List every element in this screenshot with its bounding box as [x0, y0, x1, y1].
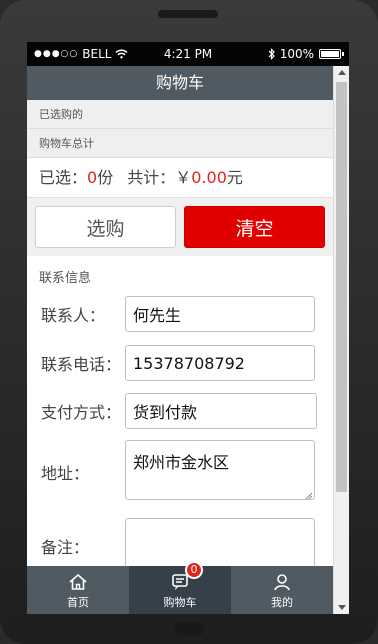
tab-profile-label: 我的	[271, 596, 293, 609]
selected-items-label: 已选购的	[27, 100, 333, 129]
contact-name-label: 联系人：	[41, 306, 106, 325]
cart-badge: 0	[185, 561, 203, 579]
cart-total-label: 购物车总计	[27, 129, 333, 158]
home-icon	[69, 573, 87, 590]
total-unit: 元	[226, 168, 243, 187]
scrollbar[interactable]	[333, 66, 349, 614]
tab-home-label: 首页	[67, 596, 89, 609]
speaker	[158, 10, 218, 18]
phone-input[interactable]: 15378708792	[125, 345, 315, 381]
contact-name-row: 联系人： 何先生	[27, 294, 333, 342]
note-row: 备注：	[27, 508, 333, 578]
status-right: 100%	[268, 47, 344, 61]
home-hardware-button[interactable]	[174, 622, 204, 636]
phone-frame: ●●●○○ BELL 4:21 PM 100% 购物车 已选购的 购物车总计 已…	[0, 0, 378, 644]
contact-section-title: 联系信息	[39, 271, 92, 286]
scroll-thumb[interactable]	[336, 82, 347, 492]
scroll-up-arrow-icon[interactable]	[338, 70, 346, 75]
phone-row: 联系电话： 15378708792	[27, 342, 333, 390]
cart-page: 购物车 已选购的 购物车总计 已选：0份 共计：￥0.00元 选购 清空 联系信息…	[27, 66, 333, 614]
user-icon	[274, 574, 290, 591]
status-bar: ●●●○○ BELL 4:21 PM 100%	[27, 42, 349, 66]
address-textarea[interactable]: 郑州市金水区	[125, 440, 315, 500]
bottom-tabbar: 首页 0 购物车 我的	[27, 561, 333, 614]
currency-symbol: ￥	[175, 168, 192, 187]
resize-handle-icon[interactable]	[305, 492, 313, 500]
address-row: 地址： 郑州市金水区	[27, 438, 333, 508]
cart-actions: 选购 清空	[27, 198, 333, 256]
payment-row: 支付方式： 货到付款	[27, 390, 333, 438]
tab-cart-label: 购物车	[163, 596, 197, 609]
cart-summary: 已选：0份 共计：￥0.00元	[27, 158, 333, 198]
payment-label: 支付方式：	[41, 403, 122, 422]
total-prefix: 共计：	[127, 168, 176, 187]
tab-home[interactable]: 首页	[27, 566, 129, 614]
count-prefix: 已选：	[39, 168, 88, 187]
page-title: 购物车	[27, 66, 333, 100]
clear-button[interactable]: 清空	[184, 206, 325, 248]
payment-select[interactable]: 货到付款	[125, 393, 317, 429]
note-label: 备注：	[41, 538, 90, 557]
select-button[interactable]: 选购	[35, 206, 176, 248]
count-value: 0	[87, 168, 98, 187]
tab-cart[interactable]: 0 购物车	[129, 561, 231, 614]
battery-percent: 100%	[279, 47, 314, 61]
tab-profile[interactable]: 我的	[231, 566, 333, 614]
address-label: 地址：	[41, 464, 90, 483]
battery-icon	[319, 49, 344, 59]
bluetooth-icon	[268, 48, 275, 60]
phone-label: 联系电话：	[41, 355, 122, 374]
screen: ●●●○○ BELL 4:21 PM 100% 购物车 已选购的 购物车总计 已…	[27, 42, 349, 614]
scroll-down-arrow-icon[interactable]	[338, 605, 346, 610]
count-unit: 份	[97, 168, 114, 187]
total-value: 0.00	[191, 168, 227, 187]
contact-name-input[interactable]: 何先生	[125, 296, 315, 332]
